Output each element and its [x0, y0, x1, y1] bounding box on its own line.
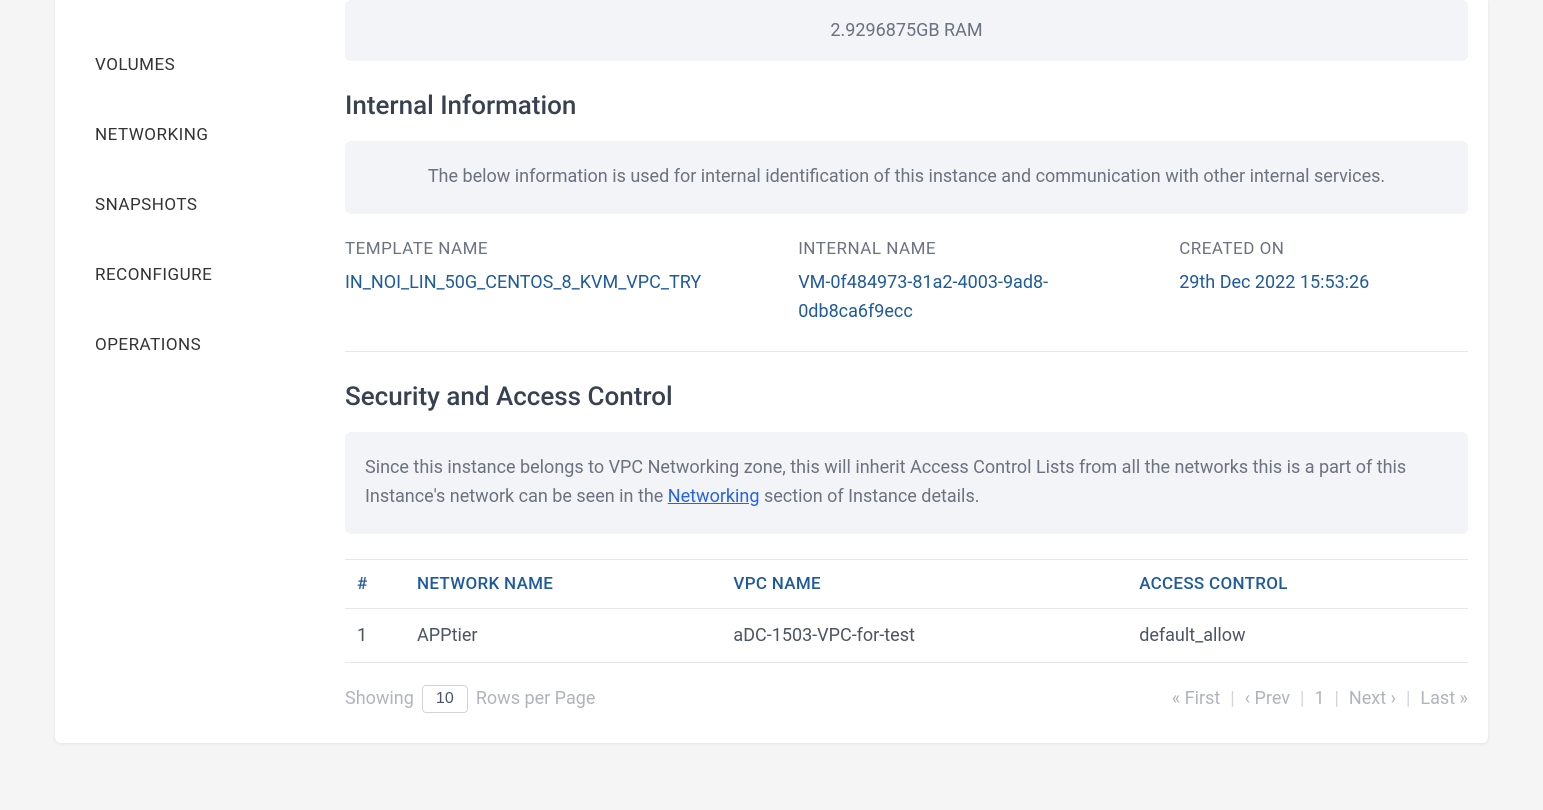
ram-value: 2.9296875GB RAM: [830, 20, 982, 41]
next-page-button[interactable]: Next ›: [1349, 688, 1396, 709]
internal-info-grid: TEMPLATE NAME IN_NOI_LIN_50G_CENTOS_8_KV…: [345, 239, 1468, 353]
table-row: 1 APPtier aDC-1503-VPC-for-test default_…: [345, 608, 1468, 662]
rows-per-page-label: Rows per Page: [476, 688, 596, 709]
separator: |: [1406, 688, 1410, 709]
prev-page-button[interactable]: ‹ Prev: [1245, 688, 1290, 709]
sidebar-item-snapshots[interactable]: SNAPSHOTS: [55, 170, 345, 240]
cell-access: default_allow: [1127, 608, 1468, 662]
sidebar-item-volumes[interactable]: VOLUMES: [55, 30, 345, 100]
main-content: 2.9296875GB RAM Internal Information The…: [345, 0, 1488, 743]
created-on-field: CREATED ON 29th Dec 2022 15:53:26: [1179, 239, 1468, 327]
internal-info-description: The below information is used for intern…: [428, 166, 1385, 187]
cell-index: 1: [345, 608, 405, 662]
internal-name-label: INTERNAL NAME: [798, 239, 1159, 259]
template-name-field: TEMPLATE NAME IN_NOI_LIN_50G_CENTOS_8_KV…: [345, 239, 778, 327]
sidebar: VOLUMES NETWORKING SNAPSHOTS RECONFIGURE…: [55, 0, 345, 743]
cell-network: APPtier: [405, 608, 721, 662]
security-callout: Since this instance belongs to VPC Netwo…: [345, 432, 1468, 534]
internal-name-value: VM-0f484973-81a2-4003-9ad8-0db8ca6f9ecc: [798, 269, 1159, 327]
showing-label: Showing: [345, 688, 414, 709]
cell-vpc: aDC-1503-VPC-for-test: [721, 608, 1127, 662]
pagination: Showing Rows per Page « First | ‹ Prev |…: [345, 685, 1468, 713]
col-network-name: NETWORK NAME: [405, 559, 721, 608]
sidebar-item-operations[interactable]: OPERATIONS: [55, 310, 345, 380]
networking-link[interactable]: Networking: [668, 486, 760, 507]
template-name-label: TEMPLATE NAME: [345, 239, 778, 259]
ram-info-box: 2.9296875GB RAM: [345, 0, 1468, 61]
security-heading: Security and Access Control: [345, 382, 1468, 412]
internal-name-field: INTERNAL NAME VM-0f484973-81a2-4003-9ad8…: [798, 239, 1159, 327]
separator: |: [1335, 688, 1339, 709]
internal-info-callout: The below information is used for intern…: [345, 141, 1468, 214]
separator: |: [1230, 688, 1234, 709]
security-table: # NETWORK NAME VPC NAME ACCESS CONTROL 1…: [345, 559, 1468, 663]
internal-info-heading: Internal Information: [345, 91, 1468, 121]
sidebar-item-reconfigure[interactable]: RECONFIGURE: [55, 240, 345, 310]
template-name-value: IN_NOI_LIN_50G_CENTOS_8_KVM_VPC_TRY: [345, 269, 778, 298]
sidebar-item-networking[interactable]: NETWORKING: [55, 100, 345, 170]
pagination-left: Showing Rows per Page: [345, 685, 595, 713]
col-index: #: [345, 559, 405, 608]
created-on-value: 29th Dec 2022 15:53:26: [1179, 269, 1468, 298]
col-access-control: ACCESS CONTROL: [1127, 559, 1468, 608]
page-number: 1: [1314, 688, 1324, 709]
col-vpc-name: VPC NAME: [721, 559, 1127, 608]
pagination-right: « First | ‹ Prev | 1 | Next › | Last »: [1172, 688, 1468, 709]
rows-per-page-input[interactable]: [422, 685, 468, 713]
created-on-label: CREATED ON: [1179, 239, 1468, 259]
security-desc-post: section of Instance details.: [759, 486, 979, 507]
first-page-button[interactable]: « First: [1172, 688, 1221, 709]
separator: |: [1300, 688, 1304, 709]
last-page-button[interactable]: Last »: [1420, 688, 1468, 709]
table-header-row: # NETWORK NAME VPC NAME ACCESS CONTROL: [345, 559, 1468, 608]
